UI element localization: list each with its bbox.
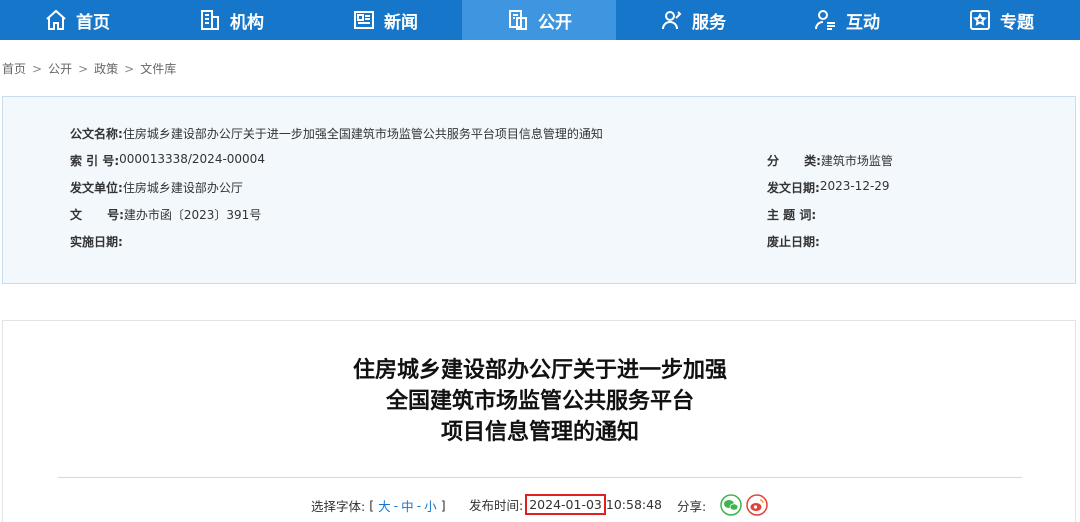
doc-no-value: 建办市函〔2023〕391号: [123, 208, 262, 222]
user-service-icon: [660, 8, 684, 32]
home-icon: [44, 8, 68, 32]
breadcrumb-policy[interactable]: 政策: [94, 60, 118, 77]
nav-item-open[interactable]: 公开: [462, 0, 616, 40]
nav-label: 机构: [230, 12, 264, 33]
nav-label: 专题: [1000, 12, 1034, 33]
nav-item-topic[interactable]: 专题: [924, 0, 1078, 40]
info-row-issue-date: 发文日期: 2023-12-29: [767, 179, 890, 196]
top-nav: 首页 机构 新闻 公开 服务 互动 专题: [0, 0, 1080, 40]
info-row-expire: 废止日期:: [767, 233, 820, 250]
nav-item-org[interactable]: 机构: [154, 0, 308, 40]
font-separator: -: [393, 498, 399, 513]
info-row-effective: 实施日期:: [70, 233, 123, 250]
title-divider: [58, 477, 1022, 478]
title-line: 全国建筑市场监管公共服务平台: [385, 389, 694, 414]
breadcrumb-library[interactable]: 文件库: [140, 60, 176, 77]
info-row-doc-no: 文 号: 建办市函〔2023〕391号: [70, 206, 261, 223]
nav-label: 服务: [692, 12, 726, 33]
news-icon: [352, 8, 376, 32]
share-label: 分享:: [677, 498, 707, 514]
font-size-selector: 选择字体: [ 大 - 中 - 小 ]: [311, 496, 446, 515]
font-medium-link[interactable]: 中: [401, 496, 414, 515]
breadcrumb: 首页 > 公开 > 政策 > 文件库: [2, 60, 176, 77]
subject-label: 主 题 词:: [767, 208, 817, 222]
nav-item-home[interactable]: 首页: [0, 0, 154, 40]
article-title: 住房城乡建设部办公厅关于进一步加强 全国建筑市场监管公共服务平台 项目信息管理的…: [0, 355, 1080, 448]
breadcrumb-home[interactable]: 首页: [2, 60, 26, 77]
effective-label: 实施日期:: [70, 235, 123, 249]
document-info-panel: 公文名称: 住房城乡建设部办公厅关于进一步加强全国建筑市场监管公共服务平台项目信…: [2, 96, 1076, 284]
index-label: 索 引 号:: [70, 154, 120, 168]
info-row-index: 索 引 号: 000013338/2024-00004: [70, 152, 265, 169]
nav-item-interact[interactable]: 互动: [770, 0, 924, 40]
category-label: 分 类:: [767, 154, 821, 168]
nav-item-news[interactable]: 新闻: [308, 0, 462, 40]
doc-no-label: 文 号:: [70, 208, 124, 222]
interact-icon: [814, 8, 838, 32]
category-value: 建筑市场监管: [820, 154, 893, 168]
font-bracket-close: ]: [440, 498, 446, 513]
publish-time: 10:58:48: [605, 497, 663, 512]
breadcrumb-separator: >: [124, 61, 135, 76]
issuer-label: 发文单位:: [70, 181, 123, 195]
title-line: 项目信息管理的通知: [440, 420, 639, 445]
font-select-label: 选择字体:: [311, 499, 366, 514]
document-icon: [506, 8, 530, 32]
issue-date-label: 发文日期:: [767, 181, 820, 195]
publish-date: 2024-01-03: [529, 497, 602, 512]
issuer-value: 住房城乡建设部办公厅: [122, 181, 243, 195]
breadcrumb-open[interactable]: 公开: [48, 60, 72, 77]
star-icon: [968, 8, 992, 32]
breadcrumb-separator: >: [32, 61, 43, 76]
doc-name-value: 住房城乡建设部办公厅关于进一步加强全国建筑市场监管公共服务平台项目信息管理的通知: [122, 127, 603, 141]
nav-item-service[interactable]: 服务: [616, 0, 770, 40]
issue-date-value: 2023-12-29: [819, 179, 890, 193]
breadcrumb-separator: >: [78, 61, 89, 76]
nav-label: 新闻: [384, 12, 418, 33]
wechat-icon[interactable]: [720, 494, 742, 516]
info-row-issuer: 发文单位: 住房城乡建设部办公厅: [70, 179, 243, 196]
font-large-link[interactable]: 大: [378, 496, 391, 515]
weibo-icon[interactable]: [746, 494, 768, 516]
font-small-link[interactable]: 小: [424, 496, 437, 515]
nav-label: 公开: [538, 12, 572, 33]
nav-label: 互动: [846, 12, 880, 33]
title-line: 住房城乡建设部办公厅关于进一步加强: [352, 358, 727, 383]
expire-label: 废止日期:: [767, 235, 820, 249]
building-icon: [198, 8, 222, 32]
share-bar: 分享:: [677, 494, 768, 516]
publish-label: 发布时间:: [469, 498, 524, 513]
info-row-category: 分 类: 建筑市场监管: [767, 152, 893, 169]
info-row-doc-name: 公文名称: 住房城乡建设部办公厅关于进一步加强全国建筑市场监管公共服务平台项目信…: [70, 125, 603, 142]
publish-info: 发布时间: 2024-01-03 10:58:48: [469, 494, 662, 515]
info-row-subject: 主 题 词:: [767, 206, 816, 223]
font-separator: -: [416, 498, 422, 513]
publish-date-highlight: 2024-01-03: [525, 494, 606, 515]
font-bracket-open: [: [369, 498, 375, 513]
index-value: 000013338/2024-00004: [119, 152, 265, 166]
nav-label: 首页: [76, 12, 110, 33]
doc-name-label: 公文名称:: [70, 127, 123, 141]
